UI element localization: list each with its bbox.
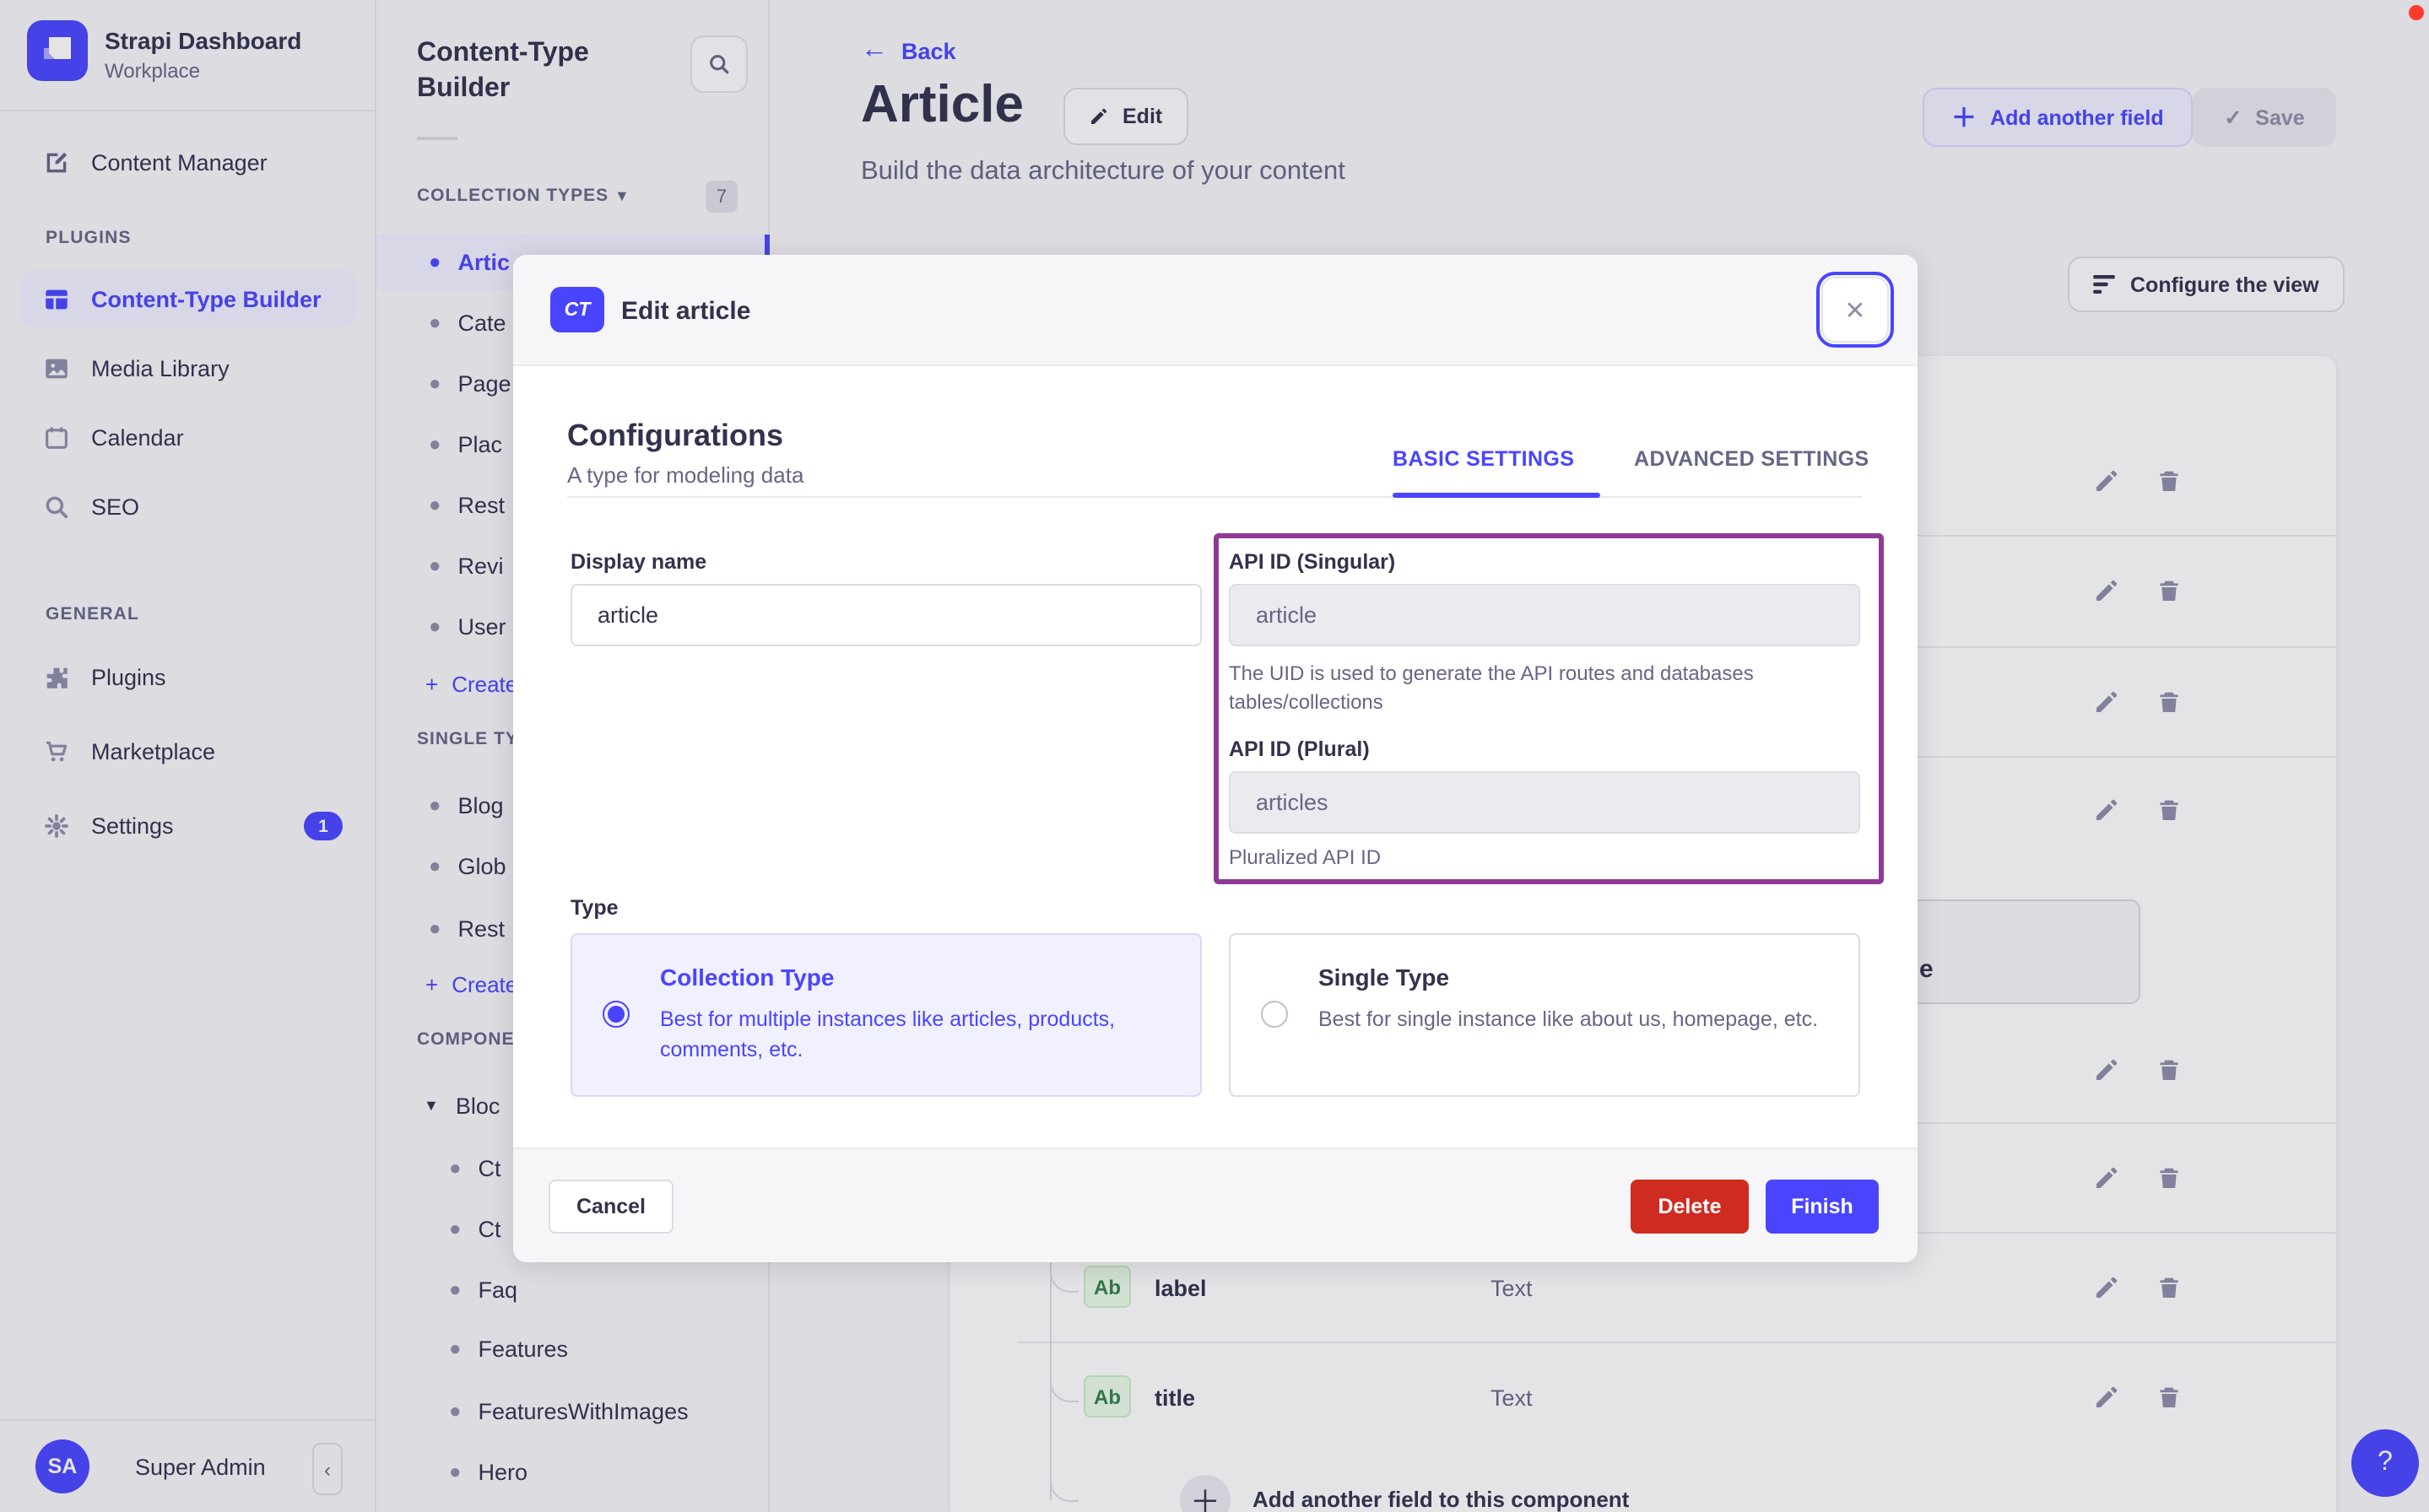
cancel-button[interactable]: Cancel (549, 1180, 674, 1234)
tab-advanced-settings[interactable]: ADVANCED SETTINGS (1634, 447, 1869, 471)
collection-type-desc: Best for multiple instances like article… (660, 1007, 1116, 1061)
api-id-plural-label: API ID (Plural) (1229, 737, 1370, 761)
modal-header: CT Edit article ✕ (513, 255, 1918, 366)
collection-type-card[interactable]: Collection Type Best for multiple instan… (571, 933, 1202, 1097)
edit-content-type-modal: CT Edit article ✕ Configurations A type … (513, 255, 1918, 1262)
tab-basic-settings[interactable]: BASIC SETTINGS (1393, 447, 1574, 471)
close-icon: ✕ (1844, 296, 1866, 325)
api-id-singular-input[interactable] (1229, 584, 1860, 646)
single-type-card[interactable]: Single Type Best for single instance lik… (1229, 933, 1860, 1097)
configurations-subheading: A type for modeling data (567, 462, 804, 488)
single-type-title: Single Type (1318, 964, 1450, 991)
recording-indicator-dot (2409, 5, 2424, 20)
api-id-plural-input[interactable] (1229, 771, 1860, 834)
api-id-plural-help: Pluralized API ID (1229, 845, 1382, 869)
display-name-input[interactable] (571, 584, 1202, 646)
api-id-singular-help: The UID is used to generate the API rout… (1229, 662, 1754, 714)
type-label: Type (571, 896, 619, 920)
tabs-divider (567, 496, 1862, 498)
content-type-badge: CT (550, 287, 604, 332)
api-id-singular-label: API ID (Singular) (1229, 550, 1396, 574)
configurations-heading: Configurations (567, 418, 783, 452)
delete-button[interactable]: Delete (1631, 1180, 1749, 1234)
collection-type-title: Collection Type (660, 964, 835, 991)
modal-footer: Cancel Delete Finish (513, 1148, 1918, 1262)
single-type-desc: Best for single instance like about us, … (1318, 1007, 1819, 1031)
radio-collection-type[interactable] (603, 1001, 630, 1028)
close-modal-button[interactable]: ✕ (1816, 272, 1894, 348)
finish-button[interactable]: Finish (1766, 1180, 1879, 1234)
active-tab-underline (1393, 493, 1600, 498)
strapi-dashboard: Strapi Dashboard Workplace Content Manag… (0, 0, 2429, 1512)
modal-title: Edit article (621, 297, 751, 326)
display-name-label: Display name (571, 550, 707, 574)
radio-single-type[interactable] (1261, 1001, 1288, 1028)
